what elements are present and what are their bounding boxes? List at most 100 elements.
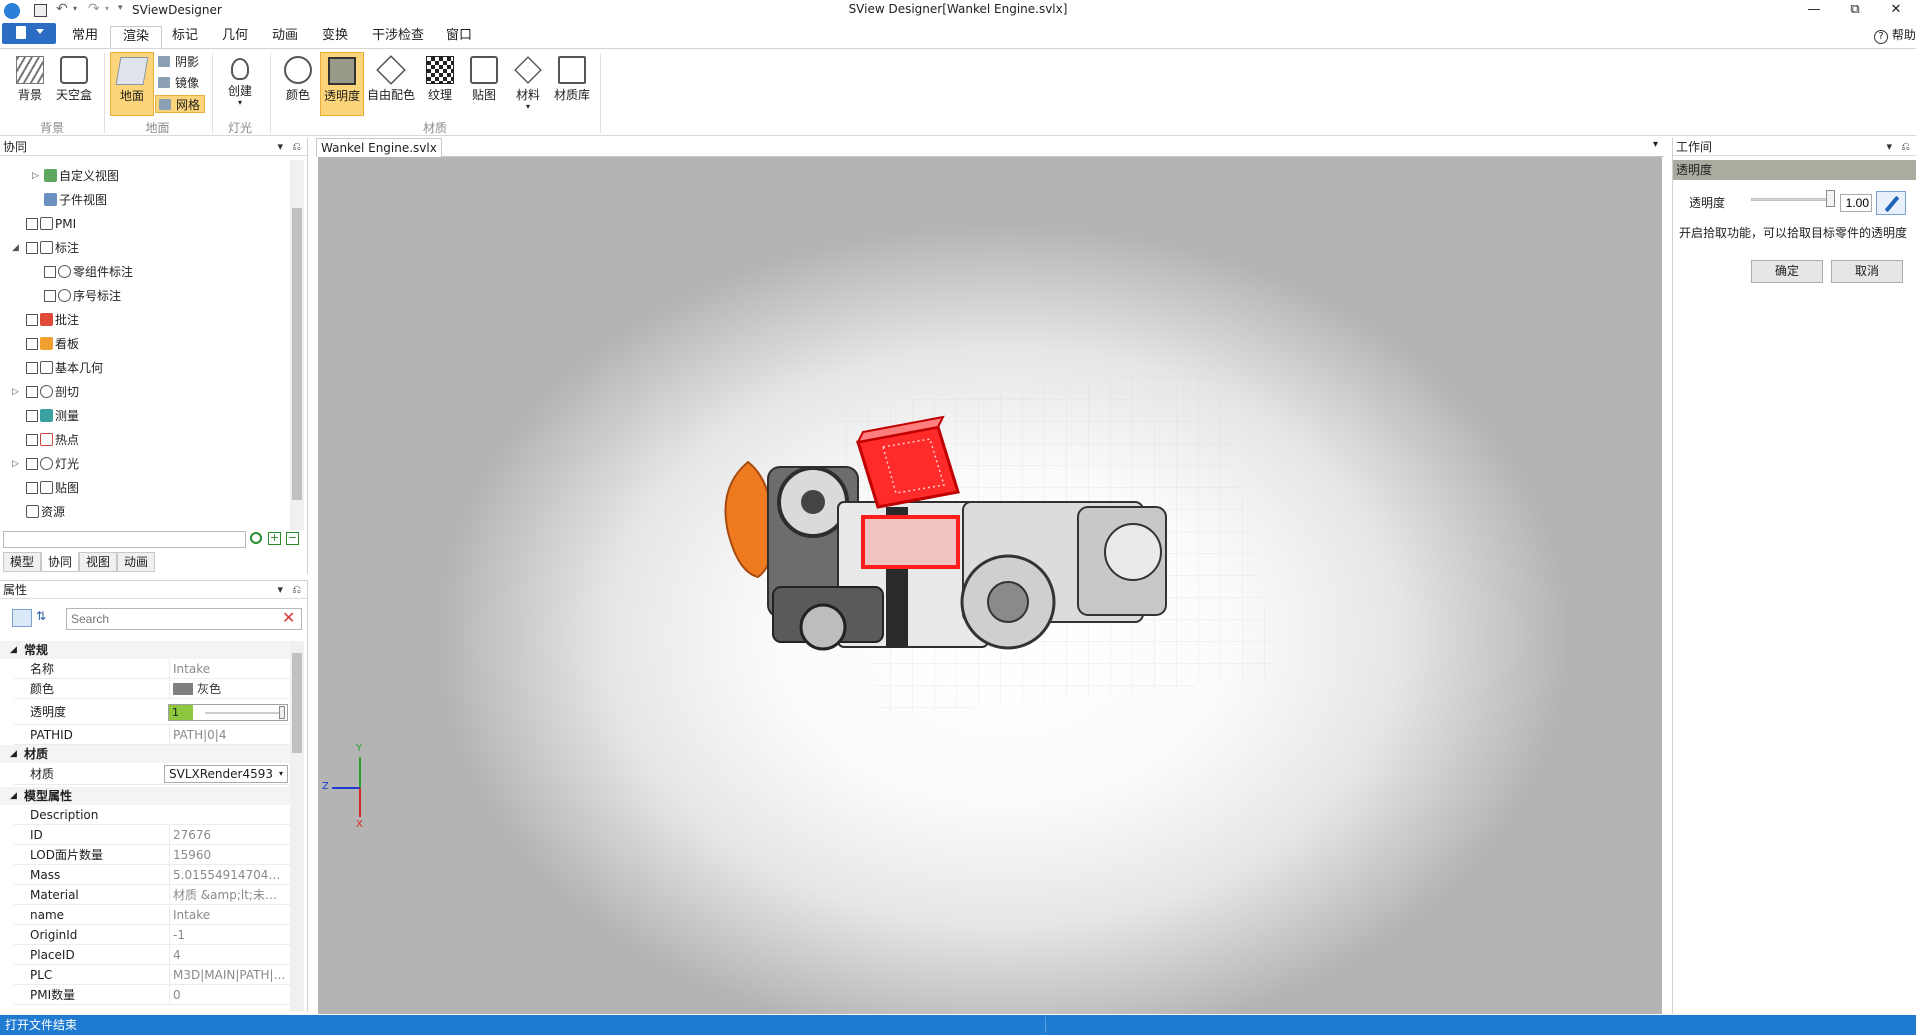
tree-item-hotspot[interactable]: 热点 (26, 430, 79, 450)
category-material[interactable]: ◢ 材质 (0, 745, 290, 763)
material-library-button[interactable]: 材质库 (550, 52, 594, 116)
property-row-pmi-count[interactable]: PMI数量 0 (14, 985, 290, 1005)
tab-markup[interactable]: 标记 (160, 26, 210, 48)
hotspot-checkbox[interactable] (26, 434, 38, 446)
collab-search-input[interactable] (3, 531, 246, 548)
scrollbar-thumb[interactable] (292, 653, 302, 753)
collab-tree-scrollbar[interactable] (290, 160, 304, 530)
tree-item-pmi[interactable]: PMI (26, 214, 76, 234)
tree-item-light[interactable]: ▷ 灯光 (10, 454, 79, 474)
restore-button[interactable]: ⧉ (1835, 2, 1875, 22)
pin-icon[interactable]: ⎌ (292, 581, 301, 599)
panel-menu-icon[interactable]: ▾ (1886, 138, 1892, 156)
grid-button[interactable]: 网格 (155, 95, 205, 113)
transparency-bar[interactable]: 1 (168, 704, 288, 721)
property-row-name[interactable]: 名称 Intake (14, 659, 290, 679)
pin-icon[interactable]: ⎌ (292, 138, 301, 156)
tab-animation-panel[interactable]: 动画 (117, 552, 156, 572)
3d-viewport[interactable]: Y Z X (318, 157, 1662, 1014)
pmi-checkbox[interactable] (26, 218, 38, 230)
property-row-color[interactable]: 颜色 灰色 (14, 679, 290, 699)
tab-common[interactable]: 常用 (60, 26, 110, 48)
property-row-id[interactable]: ID 27676 (14, 825, 290, 845)
panel-menu-icon[interactable]: ▾ (277, 138, 283, 156)
viewport-canvas[interactable] (318, 157, 1662, 1014)
intake-part-selected[interactable] (856, 415, 960, 569)
tree-item-decal[interactable]: 贴图 (26, 478, 79, 498)
property-row-pathid[interactable]: PATHID PATH|0|4 (14, 725, 290, 745)
ok-button[interactable]: 确定 (1751, 260, 1823, 283)
lower-pulley-part[interactable] (799, 603, 847, 651)
properties-search-input[interactable] (66, 608, 302, 630)
file-menu-button[interactable] (2, 23, 56, 44)
sort-alpha-icon[interactable]: ⇅ (36, 609, 46, 623)
cancel-button[interactable]: 取消 (1831, 260, 1903, 283)
property-row-lod[interactable]: LOD面片数量 15960 (14, 845, 290, 865)
section-checkbox[interactable] (26, 386, 38, 398)
property-row-transparency[interactable]: 透明度 1 (14, 699, 290, 725)
decal-button[interactable]: 贴图 (462, 52, 506, 116)
collapse-arrow-icon[interactable]: ◢ (12, 238, 19, 258)
color-button[interactable]: 颜色 (276, 52, 320, 116)
expand-arrow-icon[interactable]: ▷ (12, 382, 19, 402)
texture-button[interactable]: 纹理 (418, 52, 462, 116)
tab-collab[interactable]: 协同 (41, 552, 80, 572)
search-icon[interactable] (250, 532, 262, 544)
tree-item-sequence-annotation[interactable]: 序号标注 (44, 286, 121, 306)
collapse-all-icon[interactable]: − (286, 532, 299, 545)
property-row-description[interactable]: Description (14, 805, 290, 825)
tab-animation[interactable]: 动画 (260, 26, 310, 48)
create-light-button[interactable]: 创建 ▾ (218, 52, 262, 116)
category-model-props[interactable]: ◢ 模型属性 (0, 787, 290, 805)
skybox-button[interactable]: 天空盒 (52, 52, 96, 116)
shadow-button[interactable]: 阴影 (155, 53, 205, 71)
measure-checkbox[interactable] (26, 410, 38, 422)
property-row-placeid[interactable]: PlaceID 4 (14, 945, 290, 965)
annotation-checkbox[interactable] (26, 242, 38, 254)
tab-model[interactable]: 模型 (3, 552, 42, 572)
tab-render[interactable]: 渲染 (110, 26, 163, 48)
categorized-view-icon[interactable] (12, 609, 32, 627)
panel-menu-icon[interactable]: ▾ (277, 581, 283, 599)
material-select[interactable]: SVLXRender4593 ▾ (164, 765, 288, 783)
tab-geometry[interactable]: 几何 (210, 26, 260, 48)
decal-checkbox[interactable] (26, 482, 38, 494)
tab-interference[interactable]: 干涉检查 (360, 26, 436, 48)
background-button[interactable]: 背景 (8, 52, 52, 116)
expand-arrow-icon[interactable]: ▷ (12, 454, 19, 474)
part-annotation-checkbox[interactable] (44, 266, 56, 278)
pick-tool-button[interactable] (1876, 191, 1906, 215)
tab-view[interactable]: 视图 (79, 552, 118, 572)
mirror-button[interactable]: 镜像 (155, 74, 205, 92)
alternator-part[interactable] (724, 460, 775, 579)
tree-item-custom-view[interactable]: ▷ 自定义视图 (30, 166, 119, 186)
intake-base-part[interactable] (861, 515, 960, 569)
basic-geometry-checkbox[interactable] (26, 362, 38, 374)
comment-checkbox[interactable] (26, 314, 38, 326)
gearbox-cap-part[interactable] (1104, 523, 1162, 581)
tab-window[interactable]: 窗口 (434, 26, 484, 48)
property-row-plc[interactable]: PLC M3D|MAIN|PATH|0... (14, 965, 290, 985)
sequence-annotation-checkbox[interactable] (44, 290, 56, 302)
tree-item-resources[interactable]: 资源 (26, 502, 65, 522)
flywheel-hub-part[interactable] (987, 581, 1029, 623)
pin-icon[interactable]: ⎌ (1901, 138, 1910, 156)
free-color-button[interactable]: 自由配色 (366, 52, 416, 116)
document-tab[interactable]: Wankel Engine.svlx (316, 138, 442, 157)
tree-item-part-view[interactable]: 子件视图 (44, 190, 107, 210)
ground-button[interactable]: 地面 (110, 52, 154, 116)
pulley-hub-part[interactable] (801, 490, 825, 514)
property-row-originid[interactable]: OriginId -1 (14, 925, 290, 945)
material-button[interactable]: 材料 ▾ (506, 52, 550, 116)
tree-item-basic-geometry[interactable]: 基本几何 (26, 358, 103, 378)
expand-all-icon[interactable]: + (268, 532, 281, 545)
tab-transform[interactable]: 变换 (310, 26, 360, 48)
tree-item-annotation[interactable]: ◢ 标注 (10, 238, 79, 258)
category-general[interactable]: ◢ 常规 (0, 641, 290, 659)
minimize-button[interactable]: — (1794, 2, 1834, 22)
transparency-slider[interactable] (1751, 190, 1835, 208)
tree-item-section[interactable]: ▷ 剖切 (10, 382, 79, 402)
clear-search-icon[interactable]: ✕ (282, 609, 295, 627)
tree-item-part-annotation[interactable]: 零组件标注 (44, 262, 133, 282)
tree-item-comment[interactable]: 批注 (26, 310, 79, 330)
